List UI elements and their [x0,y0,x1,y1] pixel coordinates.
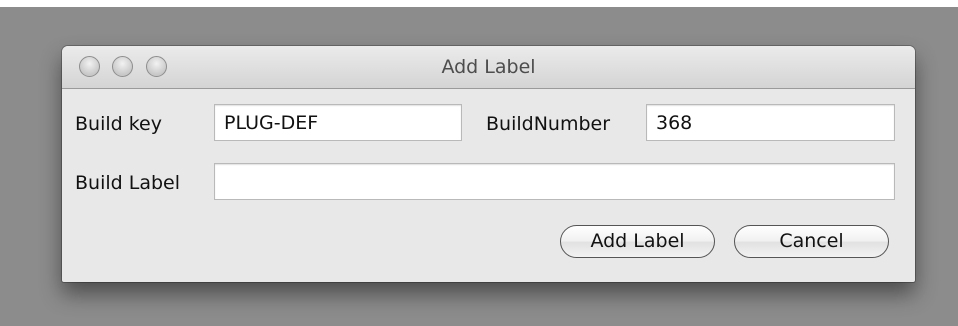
build-number-label: BuildNumber [486,113,611,135]
build-label-field[interactable] [214,163,895,200]
cancel-button[interactable]: Cancel [734,225,889,258]
title-bar[interactable]: Add Label [62,46,915,89]
add-label-button[interactable]: Add Label [560,225,715,258]
build-label-label: Build Label [75,172,180,194]
build-key-field[interactable] [214,104,462,141]
build-key-label: Build key [75,113,162,135]
add-label-dialog: Add Label Build key BuildNumber Build La… [62,46,915,282]
window-title: Add Label [441,56,536,78]
build-number-field[interactable] [646,104,895,141]
